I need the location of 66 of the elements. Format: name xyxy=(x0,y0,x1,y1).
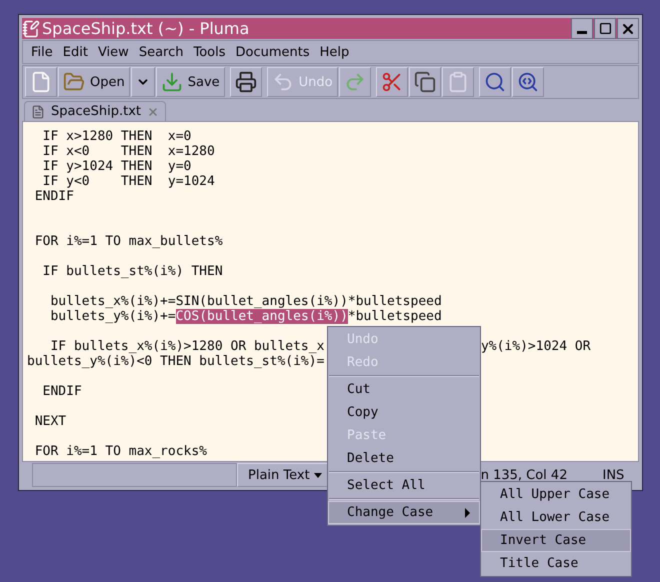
code-text: IF y>1024 THEN y=0 xyxy=(42,159,192,174)
scissors-icon xyxy=(380,71,403,93)
recent-files-button[interactable] xyxy=(130,67,155,97)
context-menu-item[interactable]: Copy xyxy=(328,401,480,424)
context-menu-item[interactable]: Change Case xyxy=(328,501,480,524)
new-document-icon xyxy=(30,71,52,93)
menu-item[interactable]: Help xyxy=(314,44,354,60)
submenu-item[interactable]: Invert Case xyxy=(481,529,631,552)
submenu-item[interactable]: Title Case xyxy=(481,552,631,575)
replace-button[interactable] xyxy=(512,67,544,97)
menu-item[interactable]: Tools xyxy=(188,44,231,60)
submenu-item[interactable]: All Upper Case xyxy=(481,483,631,506)
menu-item[interactable]: Search xyxy=(134,44,188,60)
app-icon xyxy=(22,20,40,38)
tab-label: SpaceShip.txt xyxy=(51,104,141,119)
code-text: IF x<0 THEN x=1280 xyxy=(42,144,215,159)
code-text: IF bullets_st%(i%) THEN xyxy=(42,264,223,279)
code-text: IF x>1280 THEN x=0 xyxy=(42,129,192,144)
code-text: IF bullets_x%(i%)>1280 OR bullets_x xyxy=(49,339,324,354)
text-editor[interactable] xyxy=(22,121,639,462)
menu-item[interactable]: Documents xyxy=(230,44,315,60)
print-button[interactable] xyxy=(230,67,262,97)
code-text: bullets_x%(i%)+=SIN(bullet_angles(i%))*bulletspeed xyxy=(49,294,442,309)
maximize-icon xyxy=(598,22,612,35)
selected-code: COS(bullet_angles(i%)) xyxy=(176,309,348,324)
maximize-button[interactable] xyxy=(594,18,616,39)
find-button[interactable] xyxy=(478,67,511,97)
code-text: FOR i%=1 TO max_rocks% xyxy=(34,444,208,459)
code-text: ENDIF xyxy=(42,384,82,399)
save-icon xyxy=(160,71,183,93)
undo-icon xyxy=(272,71,294,93)
submenu-item[interactable]: All Lower Case xyxy=(481,506,631,529)
menu-item[interactable]: View xyxy=(92,44,134,60)
close-button[interactable] xyxy=(617,18,639,39)
document-icon xyxy=(31,104,45,118)
window-title: SpaceShip.txt (~) - Pluma xyxy=(41,19,250,38)
document-tab[interactable]: SpaceShip.txt xyxy=(24,101,166,121)
submenu-arrow-icon xyxy=(463,508,471,518)
menu-item[interactable]: Edit xyxy=(58,44,93,60)
menu-item[interactable]: File xyxy=(26,44,58,60)
copy-button[interactable] xyxy=(408,67,441,97)
save-button[interactable]: Save xyxy=(156,67,225,97)
context-menu-item[interactable]: Cut xyxy=(328,378,480,401)
search-replace-icon xyxy=(516,71,539,93)
printer-icon xyxy=(234,71,257,93)
minimize-button[interactable] xyxy=(571,18,593,39)
minimize-icon xyxy=(577,31,587,34)
code-text: ENDIF xyxy=(34,189,74,204)
code-text: bullets_y%(i%)+= xyxy=(49,309,176,324)
code-text: *bulletspeed xyxy=(348,309,442,324)
search-icon xyxy=(484,71,506,93)
cut-button[interactable] xyxy=(376,67,408,97)
code-text: y%(i%)>1024 OR xyxy=(480,339,591,354)
folder-icon xyxy=(63,71,85,93)
code-text: FOR i%=1 TO max_bullets% xyxy=(34,234,223,249)
code-text: NEXT xyxy=(34,414,66,429)
copy-icon xyxy=(414,71,436,93)
cursor-position: n 135, Col 42 xyxy=(480,468,568,482)
new-button[interactable] xyxy=(25,67,57,97)
context-menu-item[interactable]: Select All xyxy=(328,474,480,497)
context-menu-item[interactable]: Delete xyxy=(328,447,480,470)
code-text: IF y<0 THEN y=1024 xyxy=(42,174,215,189)
code-text: bullets_y%(i%)<0 THEN bullets_st%(i%)= xyxy=(27,354,324,369)
caret-icon xyxy=(314,470,322,480)
insert-mode: INS xyxy=(602,468,624,482)
open-button[interactable]: Open xyxy=(58,67,130,97)
